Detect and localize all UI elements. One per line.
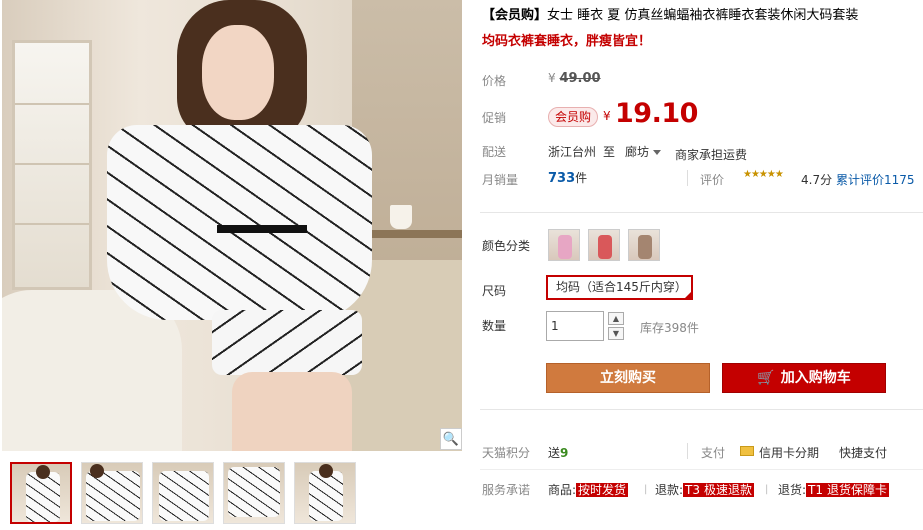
- thumbnail-4[interactable]: [223, 462, 285, 524]
- promo-label: 促销: [482, 111, 507, 125]
- review-count-link[interactable]: 累计评价1175: [836, 171, 915, 188]
- buy-now-button[interactable]: 立刻购买: [546, 363, 710, 393]
- credit-card-icon: [740, 446, 754, 456]
- payment-label: 支付: [701, 446, 726, 460]
- photo-pajama-top: [107, 125, 372, 320]
- thumbnail-strip: [10, 462, 356, 524]
- sales-unit: 件: [575, 171, 588, 185]
- ship-from: 浙江台州: [548, 145, 597, 159]
- goods-tag: 按时发货: [576, 483, 629, 497]
- shipping-fee-note: 商家承担运费: [675, 148, 748, 162]
- divider: [480, 469, 923, 470]
- print-pajama-swatch: [638, 235, 652, 259]
- divider: [687, 170, 688, 186]
- sales-count-value: 733: [548, 171, 576, 186]
- separator: |: [765, 484, 769, 495]
- return-badge: T1: [806, 483, 826, 497]
- points-label: 天猫积分: [482, 446, 531, 460]
- refund-prefix: 退款:: [655, 483, 684, 497]
- title-text: 女士 睡衣 夏 仿真丝蝙蝠袖衣裤睡衣套装休闲大码套装: [547, 8, 859, 23]
- photo-belt: [217, 225, 307, 233]
- return-prefix: 退货:: [778, 483, 807, 497]
- photo-pajama-shorts: [212, 310, 362, 375]
- ship-to-word: 至: [603, 145, 616, 159]
- product-title: 【会员购】女士 睡衣 夏 仿真丝蝙蝠袖衣裤睡衣套装休闲大码套装: [482, 7, 923, 25]
- thumbnail-3[interactable]: [152, 462, 214, 524]
- divider: [687, 443, 688, 459]
- separator: |: [644, 484, 648, 495]
- photo-cup: [390, 205, 412, 229]
- original-price-value: 49.00: [559, 71, 601, 86]
- price-label: 价格: [482, 74, 507, 88]
- service-label: 服务承诺: [482, 483, 531, 497]
- sku-selector: 颜色分类 尺码 均码（适合145斤内穿） 数量 ▲ ▼ 库存398件 立刻购买 …: [480, 212, 923, 410]
- sales-count: 733件: [548, 169, 587, 186]
- cart-icon: 🛒: [757, 370, 775, 386]
- thumbnail-1[interactable]: [10, 462, 72, 524]
- color-swatch-1[interactable]: [548, 229, 580, 261]
- size-label: 尺码: [482, 284, 507, 298]
- color-swatch-3[interactable]: [628, 229, 660, 261]
- sales-label: 月销量: [482, 173, 519, 187]
- points-value: 送9: [548, 444, 568, 461]
- points-number: 9: [560, 446, 569, 460]
- ship-destination: 廊坊: [625, 145, 650, 159]
- color-label: 颜色分类: [482, 239, 531, 253]
- rating-stars-icon: ★★★★★: [743, 169, 784, 180]
- stock-count: 库存398件: [640, 321, 699, 335]
- goods-prefix: 商品:: [548, 483, 577, 497]
- rating-score: 4.7分: [801, 173, 833, 187]
- add-to-cart-label: 加入购物车: [780, 370, 851, 386]
- zoom-icon[interactable]: 🔍: [440, 428, 462, 450]
- promo-currency: ¥: [603, 109, 611, 123]
- title-prefix: 【会员购】: [482, 8, 548, 23]
- add-to-cart-button[interactable]: 🛒 加入购物车: [722, 363, 886, 393]
- refund-text: 极速退款: [702, 483, 755, 497]
- service-goods[interactable]: 商品: 按时发货: [548, 481, 629, 498]
- ship-destination-select[interactable]: 廊坊: [625, 143, 661, 160]
- shipping-label: 配送: [482, 145, 507, 159]
- quick-pay[interactable]: 快捷支付: [839, 444, 887, 461]
- quantity-down-icon[interactable]: ▼: [608, 327, 624, 340]
- photo-model-legs: [232, 372, 352, 451]
- thumbnail-2[interactable]: [81, 462, 143, 524]
- size-option-selected[interactable]: 均码（适合145斤内穿）: [546, 275, 693, 300]
- thumbnail-5[interactable]: [294, 462, 356, 524]
- photo-model-face: [202, 25, 274, 120]
- quantity-up-icon[interactable]: ▲: [608, 312, 624, 325]
- promo-area: 促销 会员购 ¥ 19.10: [482, 96, 923, 136]
- color-swatch-2[interactable]: [588, 229, 620, 261]
- service-refund[interactable]: 退款: T3 极速退款: [655, 481, 755, 498]
- main-product-image[interactable]: 🔍: [2, 0, 462, 451]
- return-text: 退货保障卡: [825, 483, 890, 497]
- quantity-input[interactable]: [546, 311, 604, 341]
- red-pajama-swatch: [598, 235, 612, 259]
- product-subtitle: 均码衣裤套睡衣，胖瘦皆宜！: [482, 34, 652, 49]
- service-return[interactable]: 退货: T1 退货保障卡: [778, 481, 890, 498]
- photo-window: [12, 40, 92, 290]
- quantity-label: 数量: [482, 319, 507, 333]
- refund-badge: T3: [683, 483, 703, 497]
- credit-card-installment[interactable]: 信用卡分期: [759, 444, 819, 461]
- member-badge: 会员购: [548, 107, 598, 127]
- promo-price: 19.10: [615, 98, 698, 129]
- original-price: ¥ 49.00: [548, 71, 601, 86]
- pink-pajama-swatch: [558, 235, 572, 259]
- rating-label: 评价: [700, 173, 725, 187]
- points-send: 送: [548, 446, 561, 460]
- original-price-currency: ¥: [548, 71, 556, 85]
